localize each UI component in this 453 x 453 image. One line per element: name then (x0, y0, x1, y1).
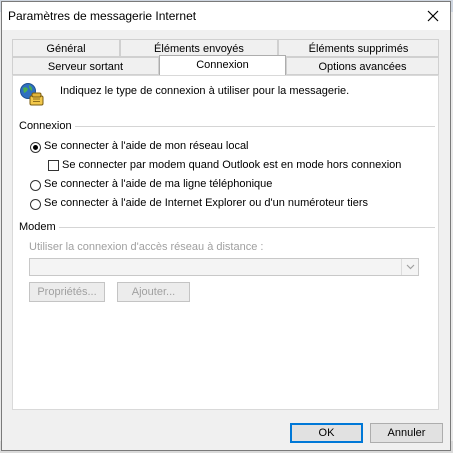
modem-group-heading: Modem (19, 221, 56, 233)
modem-separator (59, 227, 435, 228)
tab-general[interactable]: Général (12, 39, 120, 57)
connection-group-heading: Connexion (19, 120, 72, 132)
close-button[interactable] (416, 2, 450, 30)
tab-outgoing-server[interactable]: Serveur sortant (12, 57, 159, 75)
checkbox-modem-offline-label[interactable]: Se connecter par modem quand Outlook est… (62, 159, 401, 171)
chevron-down-icon (406, 264, 414, 270)
ok-button[interactable]: OK (290, 423, 363, 443)
checkbox-modem-offline[interactable] (48, 160, 59, 171)
tab-connection[interactable]: Connexion (159, 55, 286, 75)
radio-internet-explorer-label[interactable]: Se connecter à l'aide de Internet Explor… (44, 197, 368, 209)
tab-advanced-options[interactable]: Options avancées (286, 57, 439, 75)
tab-deleted-items[interactable]: Éléments supprimés (278, 39, 439, 57)
radio-local-network-label[interactable]: Se connecter à l'aide de mon réseau loca… (44, 140, 249, 152)
dial-up-select[interactable] (29, 258, 419, 276)
add-button[interactable]: Ajouter... (117, 282, 190, 302)
radio-phone-line[interactable] (30, 180, 41, 191)
connection-separator (75, 126, 435, 127)
radio-internet-explorer[interactable] (30, 199, 41, 210)
dialog-title: Paramètres de messagerie Internet (8, 9, 197, 23)
internet-mail-settings-dialog: Paramètres de messagerie Internet Généra… (1, 1, 451, 451)
radio-local-network[interactable] (30, 142, 41, 153)
cancel-button[interactable]: Annuler (370, 423, 443, 443)
globe-phone-icon (20, 83, 44, 106)
title-bar: Paramètres de messagerie Internet (2, 2, 450, 30)
dial-up-label: Utiliser la connexion d'accès réseau à d… (29, 241, 264, 253)
close-icon (427, 10, 439, 22)
properties-button[interactable]: Propriétés... (29, 282, 105, 302)
radio-phone-line-label[interactable]: Se connecter à l'aide de ma ligne téléph… (44, 178, 272, 190)
dropdown-button[interactable] (401, 259, 418, 275)
intro-text: Indiquez le type de connexion à utiliser… (60, 85, 350, 97)
connection-panel: Indiquez le type de connexion à utiliser… (12, 75, 439, 410)
